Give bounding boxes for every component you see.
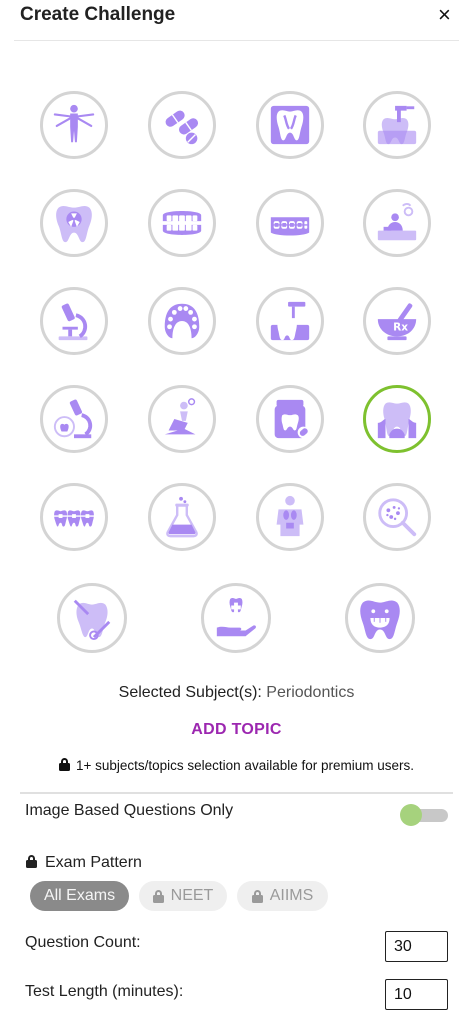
physiology-icon: [276, 495, 304, 537]
subject-physiology[interactable]: [256, 483, 324, 551]
subject-conservative-dentistry[interactable]: [256, 385, 324, 453]
conservative-dentistry-icon: [274, 399, 310, 439]
subject-orthodontic-appliance[interactable]: [40, 483, 108, 551]
subject-oral-radiology[interactable]: [40, 189, 108, 257]
test-length-label: Test Length (minutes):: [25, 983, 184, 1000]
orthodontic-appliance-icon: [53, 510, 95, 527]
dental-anatomy-icon: [270, 105, 310, 145]
dental-chair-icon: [164, 398, 196, 435]
exam-chip-neet[interactable]: NEET: [139, 881, 227, 911]
microbiology-icon: [378, 498, 417, 537]
subject-pharmacology[interactable]: [148, 91, 216, 159]
prosthodontics-icon: [162, 211, 202, 235]
premium-notice: 1+ subjects/topics selection available f…: [0, 758, 473, 773]
add-topic-button[interactable]: ADD TOPIC: [0, 721, 473, 739]
exam-chip-label: NEET: [170, 887, 214, 904]
svg-text:Rx: Rx: [393, 322, 408, 334]
dental-examination-icon: [73, 599, 111, 641]
periodontics-icon: [377, 402, 417, 439]
orthodontics-braces-icon: [270, 217, 310, 236]
pharmacology-icon: [165, 110, 199, 145]
lock-icon: [58, 758, 70, 771]
anatomy-icon: [53, 104, 95, 143]
removable-denture-icon: [164, 303, 200, 339]
toggle-thumb: [400, 804, 422, 826]
subject-anatomy[interactable]: [40, 91, 108, 159]
selected-subjects-value: Periodontics: [266, 684, 355, 701]
subject-orthodontics-braces[interactable]: [256, 189, 324, 257]
public-health-icon: [216, 597, 256, 637]
test-length-input[interactable]: [385, 979, 448, 1010]
close-icon[interactable]: ×: [438, 4, 451, 26]
subject-community-dentistry[interactable]: [363, 189, 431, 257]
dialog-title: Create Challenge: [20, 4, 176, 25]
biochemistry-icon: [166, 496, 198, 538]
subject-dental-materials[interactable]: Rx: [363, 287, 431, 355]
subject-dental-chair[interactable]: [148, 385, 216, 453]
pedodontics-icon: [360, 600, 400, 640]
exam-chip-all-exams[interactable]: All Exams: [30, 881, 129, 911]
subject-microbiology[interactable]: [363, 483, 431, 551]
section-divider: [20, 792, 453, 794]
subject-oral-pathology[interactable]: [40, 385, 108, 453]
lock-icon: [26, 855, 37, 868]
oral-radiology-icon: [56, 205, 92, 243]
subject-dental-anatomy[interactable]: [256, 91, 324, 159]
dental-materials-icon: Rx: [377, 303, 417, 341]
subject-biochemistry[interactable]: [148, 483, 216, 551]
exam-chip-label: All Exams: [43, 887, 116, 904]
subject-periodontics[interactable]: [363, 385, 431, 453]
question-count-label: Question Count:: [25, 934, 141, 951]
oral-surgery-icon: [270, 301, 310, 341]
question-count-input[interactable]: [385, 931, 448, 962]
exam-chip-aiims[interactable]: AIIMS: [237, 881, 328, 911]
subject-public-health[interactable]: [201, 583, 271, 653]
lock-icon: [251, 889, 263, 903]
premium-notice-text: 1+ subjects/topics selection available f…: [75, 758, 415, 773]
exam-pattern-label: Exam Pattern: [45, 854, 142, 871]
header-divider: [14, 40, 459, 41]
image-based-toggle[interactable]: [400, 804, 448, 826]
exam-pattern-heading: Exam Pattern: [26, 854, 142, 872]
subject-dental-examination[interactable]: [57, 583, 127, 653]
image-based-label: Image Based Questions Only: [25, 802, 234, 819]
oral-pathology-icon: [53, 399, 93, 439]
subject-pathology[interactable]: [40, 287, 108, 355]
community-dentistry-icon: [377, 202, 417, 241]
dialog-header: Create Challenge ×: [0, 0, 473, 40]
subject-endodontics[interactable]: [363, 91, 431, 159]
selected-subjects: Selected Subject(s): Periodontics: [0, 684, 473, 702]
subject-oral-surgery[interactable]: [256, 287, 324, 355]
subject-removable-denture[interactable]: [148, 287, 216, 355]
exam-chip-label: AIIMS: [269, 887, 314, 904]
endodontics-icon: [377, 105, 417, 145]
subject-prosthodontics[interactable]: [148, 189, 216, 257]
lock-icon: [152, 889, 164, 903]
subject-pedodontics[interactable]: [345, 583, 415, 653]
selected-subjects-label: Selected Subject(s):: [118, 684, 262, 701]
pathology-microscope-icon: [58, 303, 88, 341]
